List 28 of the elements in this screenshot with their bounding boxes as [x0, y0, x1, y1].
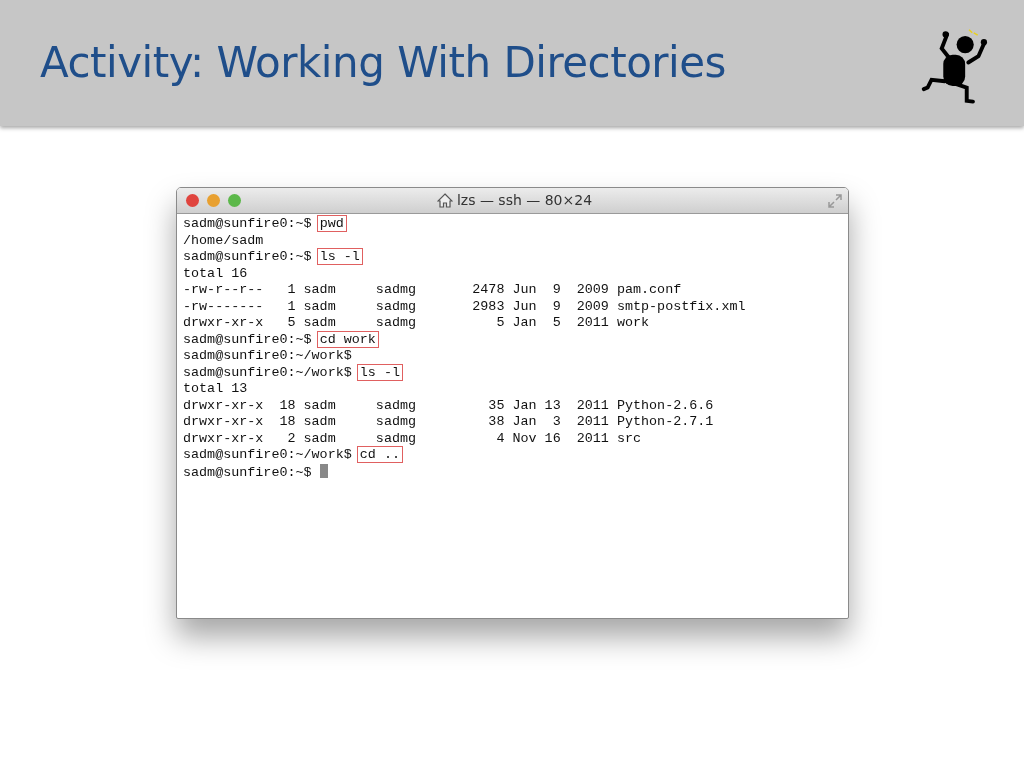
shell-prompt: sadm@sunfire0:~/work$ — [183, 348, 352, 363]
highlighted-command: cd work — [316, 330, 379, 348]
terminal-output-line: drwxr-xr-x 18 sadm sadmg 38 Jan 3 2011 Python-2.7.1 — [183, 414, 714, 429]
window-title: lzs — ssh — 80×24 — [456, 191, 593, 210]
fullscreen-icon[interactable] — [828, 193, 842, 208]
minimize-button[interactable] — [207, 194, 220, 207]
shell-prompt: sadm@sunfire0:~/work$ — [183, 364, 352, 380]
terminal-output-line: /home/sadm — [183, 232, 264, 248]
close-button[interactable] — [186, 194, 199, 207]
shell-prompt: sadm@sunfire0:~$ — [183, 464, 312, 480]
terminal-output-line: total 13 — [183, 381, 248, 396]
terminal-output-line: -rw-r--r-- 1 sadm sadmg 2478 Jun 9 2009 pam.conf — [183, 282, 682, 297]
shell-prompt: sadm@sunfire0:~$ — [183, 216, 312, 231]
shell-prompt: sadm@sunfire0:~/work$ — [183, 447, 352, 462]
zoom-button[interactable] — [228, 194, 241, 207]
highlighted-command: pwd — [316, 215, 347, 232]
highlighted-command: cd .. — [356, 446, 403, 463]
highlighted-command: ls -l — [356, 363, 403, 381]
terminal-output-line: drwxr-xr-x 2 sadm sadmg 4 Nov 16 2011 src — [183, 430, 642, 446]
terminal-output-line: drwxr-xr-x 5 sadm sadmg 5 Jan 5 2011 work — [183, 315, 650, 330]
shell-prompt: sadm@sunfire0:~$ — [183, 249, 312, 264]
shell-prompt: sadm@sunfire0:~$ — [183, 331, 312, 347]
house-icon — [436, 193, 453, 208]
terminal-output-line: total 16 — [183, 265, 248, 281]
terminal-output-line: -rw------- 1 sadm sadmg 2983 Jun 9 2009 smtp-postfix.xml — [183, 298, 746, 314]
slide-title: Activity: Working With Directories — [40, 37, 726, 89]
terminal-output-line: drwxr-xr-x 18 sadm sadmg 35 Jan 13 2011 Python-2.6.6 — [183, 397, 714, 413]
highlighted-command: ls -l — [316, 248, 363, 265]
